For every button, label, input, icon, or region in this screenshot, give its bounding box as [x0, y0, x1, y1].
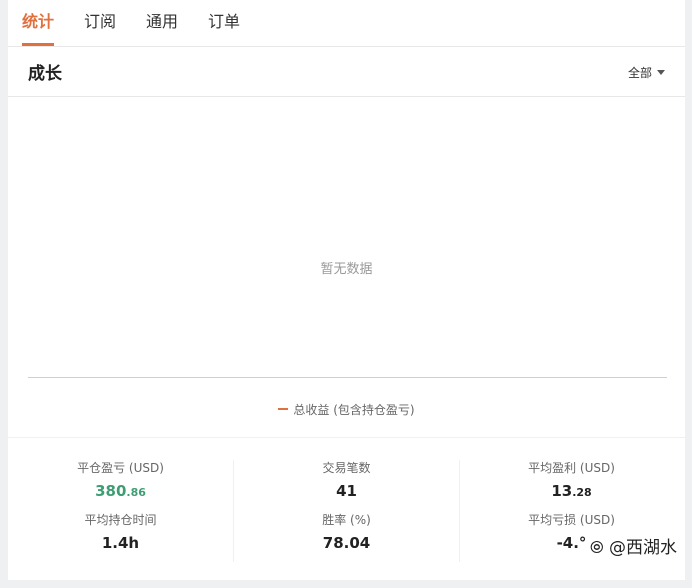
- tab-subscribe[interactable]: 订阅: [84, 10, 116, 34]
- trades-label: 交易笔数: [322, 461, 371, 475]
- avg-hold-label: 平均持仓时间: [84, 513, 157, 527]
- stats-grid: 平仓盈亏 (USD) 380.86 平均持仓时间 1.4h 交易笔数 41 胜率…: [8, 437, 685, 581]
- closed-pnl-dec: .86: [126, 486, 146, 499]
- growth-header: 成长 全部: [8, 47, 685, 97]
- avg-profit-value: 13.28: [459, 481, 684, 501]
- win-rate-value: 78.04: [322, 534, 371, 552]
- tab-orders[interactable]: 订单: [208, 10, 240, 34]
- avg-hold-value: 1.4h: [101, 534, 140, 552]
- avg-loss-label: 平均亏损 (USD): [528, 513, 615, 527]
- win-rate-label: 胜率 (%): [322, 513, 371, 527]
- chart-axis-line: [28, 377, 667, 378]
- closed-pnl-value: 380.86: [8, 481, 233, 501]
- chart-legend: 总收益 (包含持仓盈亏): [8, 401, 685, 418]
- trades-value: 41: [336, 482, 357, 500]
- stats-card: 统计 订阅 通用 订单 成长 全部 暂无数据 总收益 (包含持仓盈亏) 平仓盈亏…: [8, 0, 685, 580]
- avg-profit-dec: .28: [572, 486, 592, 499]
- closed-pnl-label: 平仓盈亏 (USD): [77, 461, 164, 475]
- range-filter-dropdown[interactable]: 全部: [628, 64, 665, 81]
- stats-column-2: 交易笔数 41 胜率 (%) 78.04: [233, 460, 460, 562]
- empty-state-text: 暂无数据: [320, 262, 373, 277]
- tab-statistics[interactable]: 统计: [22, 10, 54, 34]
- filter-label: 全部: [627, 66, 652, 80]
- active-tab-indicator: [22, 43, 54, 46]
- avg-profit-int: 13: [551, 482, 573, 500]
- stats-column-1: 平仓盈亏 (USD) 380.86 平均持仓时间 1.4h: [8, 460, 233, 562]
- section-title: 成长: [28, 64, 62, 84]
- tab-bar: 统计 订阅 通用 订单: [8, 0, 685, 47]
- legend-swatch: [278, 408, 289, 410]
- avg-profit-label: 平均盈利 (USD): [528, 461, 615, 475]
- caret-down-icon: [657, 70, 665, 75]
- closed-pnl-int: 380: [95, 482, 127, 500]
- tab-general[interactable]: 通用: [146, 10, 178, 34]
- watermark-text: ⦾ @西湖水: [587, 533, 679, 558]
- legend-label: 总收益 (包含持仓盈亏): [293, 403, 415, 417]
